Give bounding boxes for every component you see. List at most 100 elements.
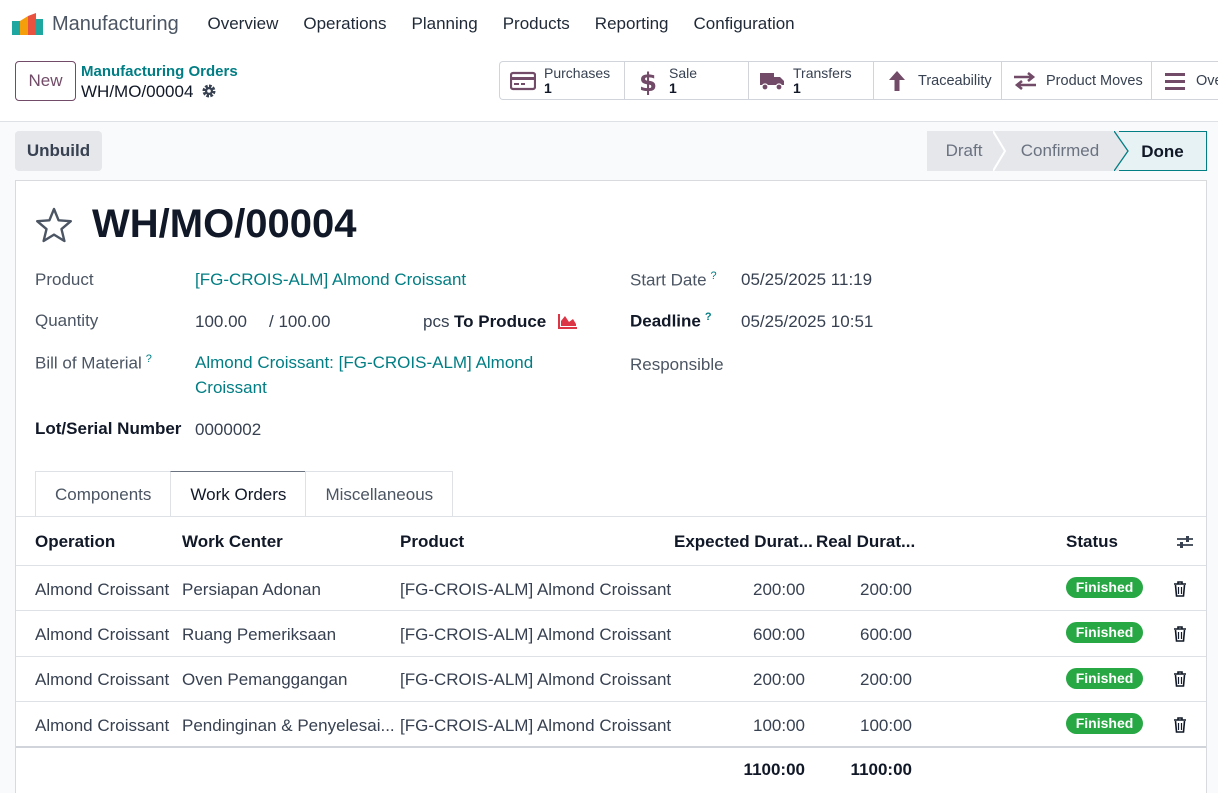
sale-count: 1 — [669, 79, 677, 96]
cell-real-duration[interactable]: 600:00 — [812, 625, 912, 645]
menu-reporting[interactable]: Reporting — [582, 0, 681, 48]
bom-field-line2[interactable]: Croissant — [195, 378, 267, 398]
exchange-icon — [1012, 70, 1038, 92]
deadline-field[interactable]: 05/25/2025 10:51 — [741, 312, 873, 332]
cell-operation[interactable]: Almond Croissant — [35, 580, 169, 600]
cell-work-center[interactable]: Oven Pemanggangan — [182, 670, 347, 690]
cell-real-duration[interactable]: 100:00 — [812, 716, 912, 736]
row-divider — [16, 701, 1206, 702]
cell-expected-duration[interactable]: 200:00 — [705, 580, 805, 600]
transfers-smart-button[interactable]: Transfers 1 — [749, 62, 874, 99]
row-divider — [16, 656, 1206, 657]
help-icon[interactable]: ? — [705, 311, 712, 323]
deadline-label: Deadline? — [630, 311, 712, 332]
help-icon[interactable]: ? — [146, 353, 152, 365]
product-label: Product — [35, 270, 94, 289]
tab-divider — [16, 516, 1206, 517]
dollar-icon: $ — [635, 68, 661, 95]
col-work-center[interactable]: Work Center — [182, 532, 283, 552]
cell-real-duration[interactable]: 200:00 — [812, 670, 912, 690]
sale-smart-button[interactable]: $ Sale 1 — [625, 62, 749, 99]
product-field[interactable]: [FG-CROIS-ALM] Almond Croissant — [195, 270, 466, 290]
tab-work-orders[interactable]: Work Orders — [170, 471, 307, 517]
trash-icon[interactable] — [1173, 671, 1187, 687]
manufacturing-app-icon[interactable] — [12, 13, 44, 35]
col-product[interactable]: Product — [400, 532, 464, 552]
header-divider — [16, 565, 1206, 566]
star-icon[interactable] — [35, 207, 73, 243]
col-expected-duration[interactable]: Expected Durat... — [674, 532, 813, 552]
cell-operation[interactable]: Almond Croissant — [35, 716, 169, 736]
menu-planning[interactable]: Planning — [399, 0, 490, 48]
status-badge: Finished — [1066, 713, 1143, 734]
traceability-smart-button[interactable]: Traceability — [874, 62, 1002, 99]
menu-configuration[interactable]: Configuration — [681, 0, 807, 48]
stage-draft[interactable]: Draft — [927, 131, 1001, 171]
lot-serial-field[interactable]: 0000002 — [195, 420, 261, 440]
traceability-label: Traceability — [918, 72, 992, 89]
new-button[interactable]: New — [15, 61, 76, 101]
product-moves-label: Product Moves — [1046, 72, 1143, 89]
bom-label: Bill of Material? — [35, 353, 152, 374]
col-real-duration[interactable]: Real Durat... — [816, 532, 915, 552]
cell-operation[interactable]: Almond Croissant — [35, 670, 169, 690]
stage-done[interactable]: Done — [1119, 131, 1207, 171]
quantity-uom: pcs — [423, 312, 450, 331]
start-date-label: Start Date? — [630, 270, 717, 291]
smart-buttons: Purchases 1 $ Sale 1 Transfers 1 Traceabili… — [499, 61, 1218, 100]
trash-icon[interactable] — [1173, 717, 1187, 733]
product-moves-smart-button[interactable]: Product Moves — [1002, 62, 1152, 99]
status-bar: Draft Confirmed Done — [927, 131, 1207, 171]
unbuild-button[interactable]: Unbuild — [15, 131, 102, 171]
cell-expected-duration[interactable]: 100:00 — [705, 716, 805, 736]
stage-separator-active — [1114, 131, 1129, 171]
bom-field-line1[interactable]: Almond Croissant: [FG-CROIS-ALM] Almond — [195, 353, 533, 373]
cell-work-center[interactable]: Ruang Pemeriksaan — [182, 625, 336, 645]
quantity-field[interactable]: 100.00 — [195, 312, 247, 332]
trash-icon[interactable] — [1173, 626, 1187, 642]
responsible-label: Responsible — [630, 355, 724, 374]
cell-work-center[interactable]: Pendinginan & Penyelesai... — [182, 716, 395, 736]
status-badge: Finished — [1066, 622, 1143, 643]
app-name[interactable]: Manufacturing — [52, 13, 179, 36]
credit-card-icon — [510, 70, 536, 92]
gear-icon[interactable] — [201, 83, 217, 99]
top-navbar: Manufacturing Overview Operations Planni… — [0, 0, 1218, 48]
purchases-smart-button[interactable]: Purchases 1 — [500, 62, 625, 99]
totals-divider — [16, 746, 1206, 748]
cell-product[interactable]: [FG-CROIS-ALM] Almond Croissant — [400, 670, 671, 690]
cell-product[interactable]: [FG-CROIS-ALM] Almond Croissant — [400, 716, 671, 736]
total-expected-duration: 1100:00 — [743, 760, 805, 779]
deadline-label-text: Deadline — [630, 311, 701, 331]
record-title: WH/MO/00004 — [92, 202, 357, 246]
notebook-tabs: Components Work Orders Miscellaneous — [35, 471, 454, 517]
tab-components[interactable]: Components — [35, 471, 172, 517]
stage-separator — [993, 131, 1007, 171]
tab-miscellaneous[interactable]: Miscellaneous — [305, 471, 454, 517]
col-status[interactable]: Status — [1066, 532, 1118, 552]
breadcrumb-parent[interactable]: Manufacturing Orders — [81, 63, 238, 80]
help-icon[interactable]: ? — [711, 270, 717, 282]
transfers-label: Transfers — [793, 64, 852, 81]
menu-overview[interactable]: Overview — [195, 0, 291, 48]
start-date-field[interactable]: 05/25/2025 11:19 — [741, 270, 872, 290]
trash-icon[interactable] — [1173, 581, 1187, 597]
menu-operations[interactable]: Operations — [291, 0, 399, 48]
svg-text:$: $ — [639, 68, 657, 95]
menu-products[interactable]: Products — [490, 0, 582, 48]
cell-work-center[interactable]: Persiapan Adonan — [182, 580, 321, 600]
bom-label-text: Bill of Material — [35, 353, 142, 373]
cell-expected-duration[interactable]: 600:00 — [705, 625, 805, 645]
stage-confirmed[interactable]: Confirmed — [1001, 131, 1119, 171]
cell-expected-duration[interactable]: 200:00 — [705, 670, 805, 690]
overview-smart-button[interactable]: Ove — [1152, 62, 1218, 99]
cell-operation[interactable]: Almond Croissant — [35, 625, 169, 645]
cell-product[interactable]: [FG-CROIS-ALM] Almond Croissant — [400, 580, 671, 600]
cell-product[interactable]: [FG-CROIS-ALM] Almond Croissant — [400, 625, 671, 645]
cell-real-duration[interactable]: 200:00 — [812, 580, 912, 600]
column-settings-icon[interactable] — [1176, 533, 1194, 551]
col-operation[interactable]: Operation — [35, 532, 115, 552]
main-menu: Overview Operations Planning Products Re… — [195, 0, 807, 48]
breadcrumb-current: WH/MO/00004 — [81, 82, 194, 101]
area-chart-icon[interactable] — [558, 313, 578, 329]
